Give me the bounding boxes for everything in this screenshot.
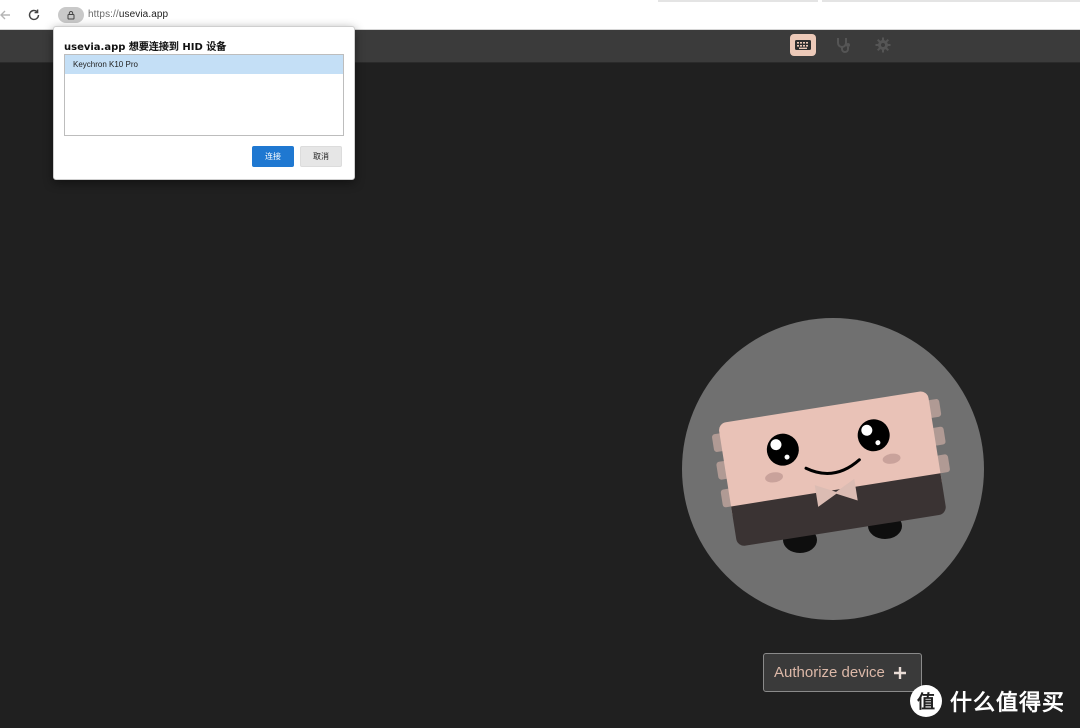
address-bar[interactable]: https://usevia.app: [88, 9, 168, 20]
authorize-device-label: Authorize device: [774, 664, 885, 681]
reload-icon: [28, 9, 40, 21]
reload-button[interactable]: [25, 6, 43, 24]
hid-permission-dialog: usevia.app 想要连接到 HID 设备 Keychron K10 Pro…: [53, 26, 355, 180]
authorize-device-button[interactable]: Authorize device: [763, 653, 922, 692]
connect-button[interactable]: 连接: [252, 146, 294, 167]
back-arrow-icon: [0, 10, 10, 20]
tab-strip: [658, 0, 1080, 2]
gear-icon: [875, 37, 891, 53]
test-tab[interactable]: [830, 34, 856, 56]
keyboard-mascot-illustration: [682, 318, 984, 620]
keyboard-icon: [795, 40, 811, 50]
settings-tab[interactable]: [870, 34, 896, 56]
lock-icon: [67, 11, 75, 20]
stethoscope-icon: [837, 38, 850, 53]
smzdm-watermark: 值 什么值得买: [910, 684, 1075, 718]
watermark-text: 什么值得买: [950, 691, 1066, 716]
site-info-button[interactable]: [58, 7, 84, 23]
dialog-title: usevia.app 想要连接到 HID 设备: [64, 42, 227, 53]
configure-tab[interactable]: [790, 34, 816, 56]
plus-icon: [893, 666, 907, 680]
back-button[interactable]: [0, 6, 14, 24]
device-list[interactable]: Keychron K10 Pro: [64, 54, 344, 136]
watermark-logo: 值: [910, 685, 942, 717]
url-host: usevia.app: [118, 9, 169, 20]
url-scheme: https://: [88, 9, 119, 20]
device-item-keychron-k10-pro[interactable]: Keychron K10 Pro: [65, 55, 343, 74]
cancel-button[interactable]: 取消: [300, 146, 342, 167]
watermark-logo-glyph: 值: [917, 692, 935, 713]
